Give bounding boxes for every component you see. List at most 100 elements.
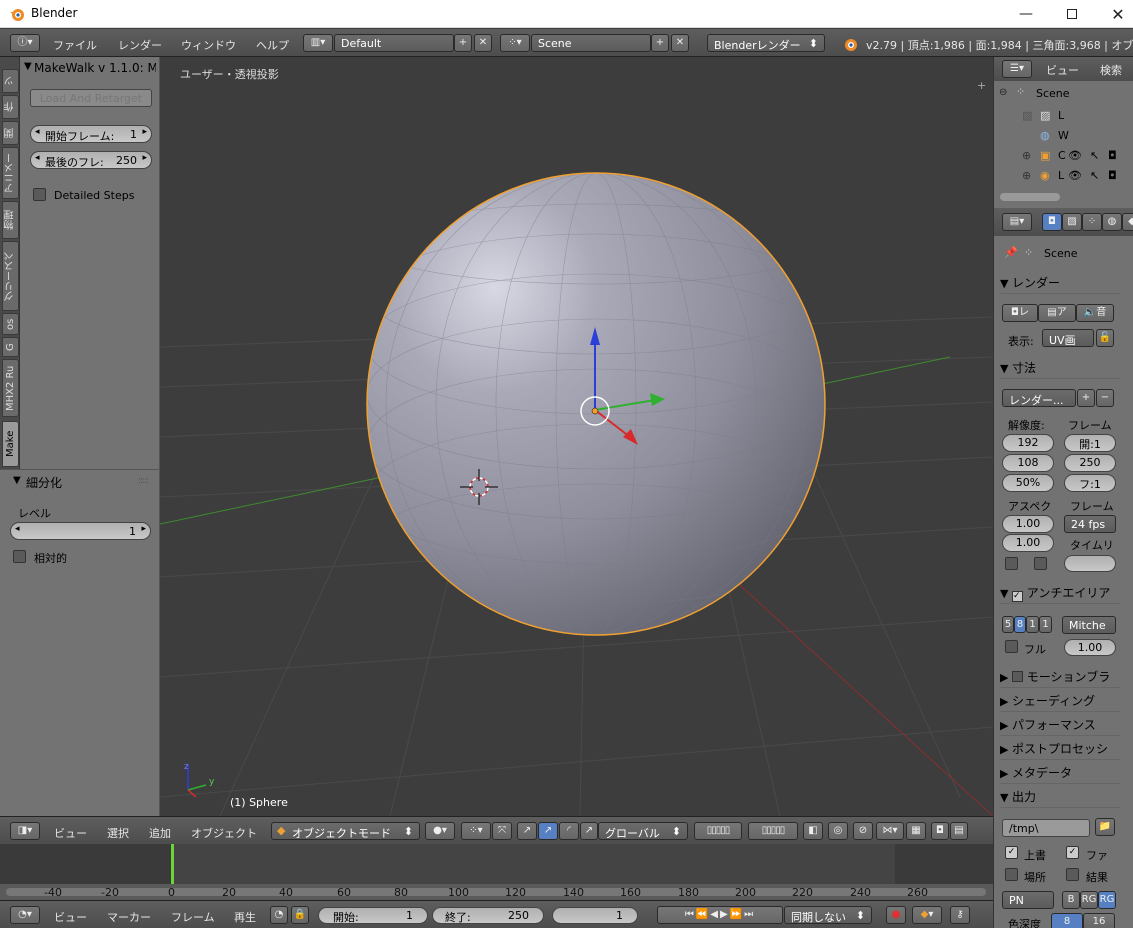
editor-type-3d-icon[interactable]: ◨▾ bbox=[10, 822, 40, 840]
outliner-row-label[interactable]: L bbox=[1058, 169, 1064, 182]
render-camera-icon[interactable]: ◘ bbox=[931, 822, 949, 840]
snap-element-icon[interactable]: ⋈▾ bbox=[876, 822, 904, 840]
resolution-y-field[interactable]: 108 bbox=[1002, 454, 1054, 472]
expand-region-icon[interactable]: + bbox=[977, 79, 986, 92]
file-extensions-checkbox[interactable]: ✓ bbox=[1066, 846, 1079, 859]
keying-set-icon[interactable]: ◆▾ bbox=[912, 906, 942, 924]
collapse-triangle-icon[interactable]: ▼ bbox=[24, 61, 32, 72]
object-context-icon[interactable]: ◆ bbox=[1122, 213, 1133, 231]
color-depth-16-button[interactable]: 16 bbox=[1083, 913, 1115, 928]
aspect-x-field[interactable]: 1.00 bbox=[1002, 515, 1054, 533]
3d-viewport[interactable]: z y ユーザー・透視投影 (1) Sphere + bbox=[160, 57, 993, 816]
remove-scene-icon[interactable]: ✕ bbox=[671, 34, 689, 52]
visibility-eye-icon[interactable]: 👁 bbox=[1068, 149, 1082, 162]
render-engine-select[interactable]: Blenderレンダー ⬍ bbox=[707, 34, 825, 52]
current-frame-marker[interactable] bbox=[171, 844, 174, 884]
orientation-select[interactable]: グローバル ⬍ bbox=[598, 822, 688, 840]
lock-interface-icon[interactable]: 🔓 bbox=[1096, 329, 1114, 347]
resolution-percent-field[interactable]: 50% bbox=[1002, 474, 1054, 492]
menu-timeline-view[interactable]: ビュー bbox=[54, 909, 87, 925]
playback-controls[interactable]: ⏮⏪◀▶⏩⏭ bbox=[657, 906, 783, 924]
resolution-x-field[interactable]: 192 bbox=[1002, 434, 1054, 452]
tab-grease-pencil[interactable]: グリースペ bbox=[2, 241, 19, 311]
tab-os[interactable]: os bbox=[2, 313, 19, 335]
color-rgb-button[interactable]: RG bbox=[1080, 891, 1098, 909]
remove-screen-icon[interactable]: ✕ bbox=[474, 34, 492, 52]
filter-size-field[interactable]: 1.00 bbox=[1064, 639, 1116, 656]
aa-samples-5[interactable]: 5 bbox=[1002, 616, 1014, 633]
color-depth-8-button[interactable]: 8 bbox=[1051, 913, 1083, 928]
manipulator-toggle-icon[interactable]: ⤧ bbox=[492, 822, 512, 840]
selectability-cursor-icon[interactable]: ↖ bbox=[1090, 149, 1099, 162]
end-frame-timeline-field[interactable]: 終了: 250 bbox=[432, 907, 544, 924]
post-processing-section-header[interactable]: ▶ ポストプロセッシ bbox=[1000, 740, 1120, 760]
relative-checkbox[interactable] bbox=[13, 550, 26, 563]
menu-add[interactable]: 追加 bbox=[149, 825, 171, 841]
makewalk-title[interactable]: MakeWalk v 1.1.0: M bbox=[34, 61, 156, 75]
aa-filter-select[interactable]: Mitche bbox=[1062, 616, 1116, 634]
transform-orientation-icon[interactable]: ↗ bbox=[580, 822, 598, 840]
crop-checkbox[interactable] bbox=[1034, 557, 1047, 570]
outliner-search-menu[interactable]: 検索 bbox=[1100, 62, 1122, 78]
scene-icon[interactable]: ⁘▾ bbox=[500, 34, 530, 52]
anti-aliasing-section-header[interactable]: ▼ ✓ アンチエイリア bbox=[1000, 584, 1120, 604]
remove-preset-icon[interactable]: − bbox=[1096, 389, 1114, 407]
metadata-section-header[interactable]: ▶ メタデータ bbox=[1000, 764, 1120, 784]
fps-select[interactable]: 24 fps bbox=[1064, 515, 1116, 533]
minimize-button[interactable]: — bbox=[1003, 0, 1049, 28]
pin-icon[interactable]: 📌 bbox=[1004, 246, 1018, 259]
renderability-camera-icon[interactable]: ◘ bbox=[1108, 169, 1117, 182]
outliner-row-label[interactable]: W bbox=[1058, 129, 1069, 142]
file-format-select[interactable]: PN bbox=[1002, 891, 1054, 909]
record-icon[interactable]: ● bbox=[886, 906, 906, 924]
display-select[interactable]: UV画 bbox=[1042, 329, 1094, 347]
tab-make[interactable]: Make bbox=[2, 421, 19, 467]
pivot-point-icon[interactable]: ⁘▾ bbox=[461, 822, 491, 840]
dimensions-section-header[interactable]: ▼ 寸法 bbox=[1000, 359, 1120, 379]
viewport-shading-icon[interactable]: ●▾ bbox=[425, 822, 455, 840]
menu-window[interactable]: ウィンドウ bbox=[181, 37, 236, 53]
layers-group-2-icon[interactable]: ▯▯▯▯▯ bbox=[748, 822, 798, 840]
layers-group-1-icon[interactable]: ▯▯▯▯▯ bbox=[694, 822, 742, 840]
performance-section-header[interactable]: ▶ パフォーマンス bbox=[1000, 716, 1120, 736]
add-preset-icon[interactable]: + bbox=[1077, 389, 1095, 407]
subdivision-title[interactable]: 細分化 bbox=[26, 474, 62, 491]
aa-samples-11[interactable]: 1 bbox=[1026, 616, 1039, 633]
frame-start-field[interactable]: 開:1 bbox=[1064, 434, 1116, 452]
menu-help[interactable]: ヘルプ bbox=[256, 37, 289, 53]
selectability-cursor-icon[interactable]: ↖ bbox=[1090, 169, 1099, 182]
anti-aliasing-checkbox[interactable]: ✓ bbox=[1011, 591, 1023, 602]
lock-icon[interactable]: 🔒 bbox=[291, 906, 309, 924]
world-context-icon[interactable]: ◍ bbox=[1102, 213, 1122, 231]
timeline-area[interactable]: -40 -20 0 20 40 60 80 100 120 140 160 18… bbox=[0, 844, 993, 900]
color-rgba-button[interactable]: RG bbox=[1098, 891, 1116, 909]
rotate-icon[interactable]: ↗ bbox=[538, 822, 558, 840]
drag-grip-icon[interactable]: ::::: bbox=[138, 476, 149, 486]
screen-layout-icon[interactable]: ▥▾ bbox=[303, 34, 333, 52]
tab-create[interactable]: 作 bbox=[2, 95, 19, 119]
keyframe-insert-icon[interactable]: ⚷ bbox=[950, 906, 970, 924]
color-bw-button[interactable]: B bbox=[1062, 891, 1080, 909]
shading-section-header[interactable]: ▶ シェーディング bbox=[1000, 692, 1120, 712]
load-and-retarget-button[interactable]: Load And Retarget bbox=[30, 89, 152, 107]
scale-icon[interactable]: ◜ bbox=[559, 822, 579, 840]
scene-context-icon[interactable]: ⁘ bbox=[1082, 213, 1102, 231]
editor-type-properties-icon[interactable]: ▤▾ bbox=[1002, 213, 1032, 231]
tab-g[interactable]: G bbox=[2, 337, 19, 357]
render-animation-button[interactable]: ▤ア bbox=[1038, 304, 1076, 322]
start-frame-field[interactable]: ◂ 開始フレーム: 1 ▸ bbox=[30, 125, 152, 143]
add-screen-icon[interactable]: + bbox=[454, 34, 472, 52]
screen-layout-field[interactable]: Default bbox=[334, 34, 454, 52]
scene-field[interactable]: Scene bbox=[531, 34, 651, 52]
outliner-view-menu[interactable]: ビュー bbox=[1046, 62, 1079, 78]
collapse-toggle-icon[interactable]: ⊖ bbox=[999, 87, 1007, 98]
outliner-row-label[interactable]: L bbox=[1058, 109, 1064, 122]
detailed-steps-checkbox[interactable] bbox=[33, 188, 46, 201]
add-scene-icon[interactable]: + bbox=[651, 34, 669, 52]
render-animation-icon[interactable]: ▤ bbox=[950, 822, 968, 840]
renderability-camera-icon[interactable]: ◘ bbox=[1108, 149, 1117, 162]
border-checkbox[interactable] bbox=[1005, 557, 1018, 570]
tab-animation[interactable]: アニメー bbox=[2, 147, 19, 199]
snap-target-icon[interactable]: ▦ bbox=[906, 822, 926, 840]
tab-physics[interactable]: 物理 bbox=[2, 201, 19, 239]
